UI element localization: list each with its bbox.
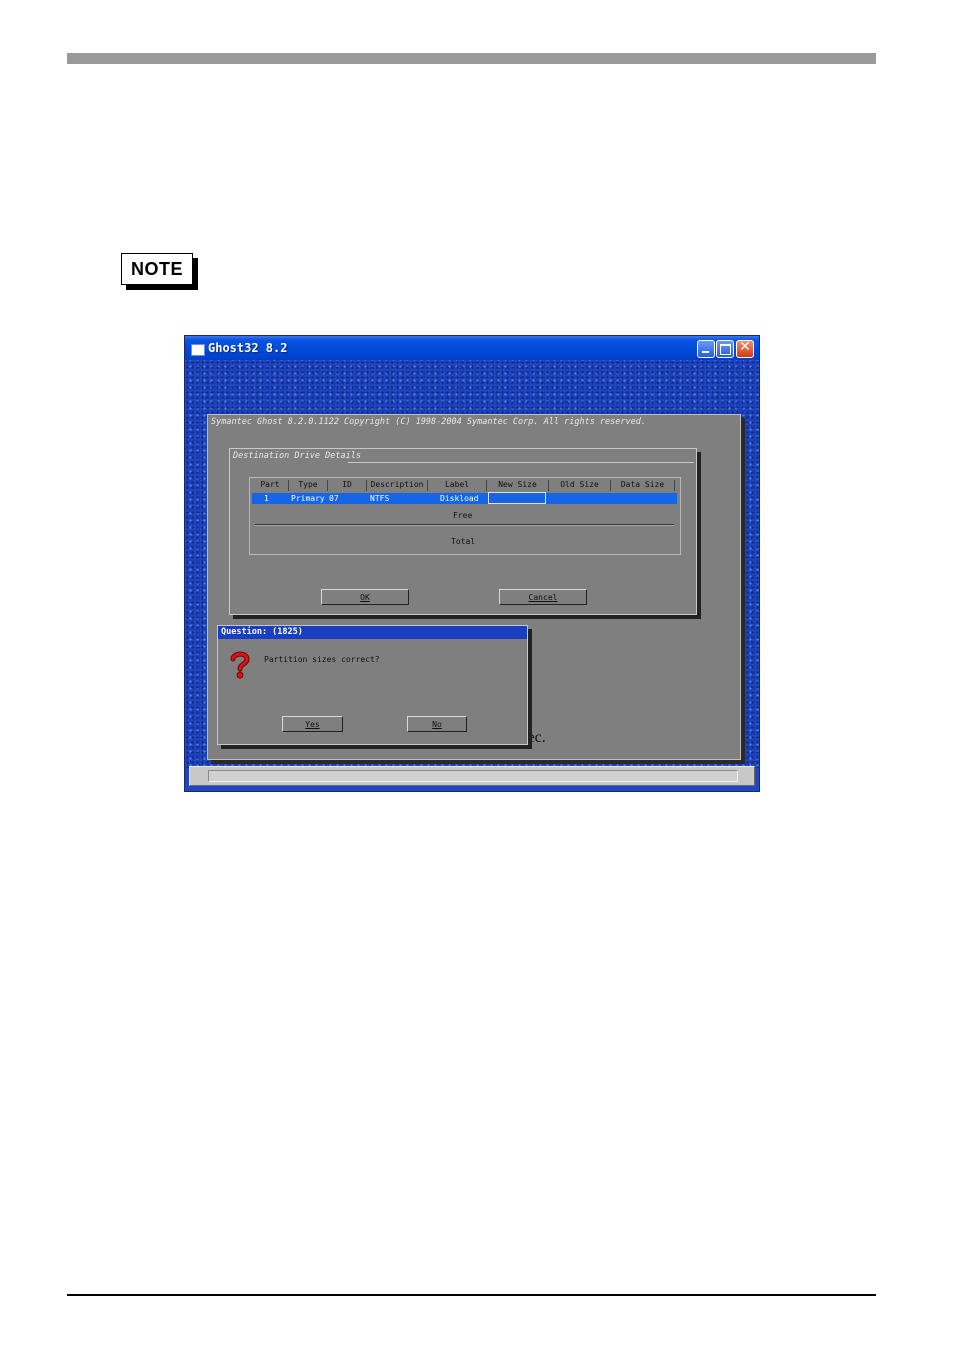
question-dialog: Question: (1825) Partition sizes correct… (217, 625, 528, 745)
close-icon: ✕ (739, 339, 751, 355)
destination-drive-details-dialog: Destination Drive Details Part Type ID D… (229, 448, 697, 615)
question-message: Partition sizes correct? (264, 655, 380, 664)
note-badge: NOTE (121, 253, 198, 290)
ghost-screenshot: Ghost32 8.2 ✕ Symantec Ghost 8.2.0.1122 … (184, 335, 760, 792)
column-header-type: Type (289, 480, 328, 491)
window-titlebar[interactable]: Ghost32 8.2 ✕ (185, 336, 759, 362)
partition-table: Part Type ID Description Label New Size … (249, 477, 681, 555)
column-header-part: Part (252, 480, 289, 491)
cell-part: 1 (264, 494, 269, 503)
note-label: NOTE (121, 253, 193, 285)
minimize-button[interactable] (697, 340, 715, 358)
free-row-label: Free (453, 511, 473, 520)
question-mark-icon (230, 651, 250, 679)
title-divider (348, 462, 694, 463)
question-title: Question: (1825) (221, 627, 303, 637)
yes-button[interactable]: Yes (282, 716, 343, 732)
cell-description: NTFS (370, 494, 390, 503)
window-title: Ghost32 8.2 (208, 341, 288, 355)
column-header-old-size: Old Size (549, 480, 611, 491)
column-header-id: ID (328, 480, 367, 491)
total-row-label: Total (451, 537, 476, 546)
minimize-icon (702, 351, 709, 353)
status-field (208, 770, 738, 782)
close-button[interactable]: ✕ (736, 339, 754, 358)
status-bar (189, 766, 755, 786)
footer-rule (67, 1294, 876, 1296)
cancel-button[interactable]: Cancel (499, 589, 587, 605)
maximize-icon (720, 344, 731, 355)
column-header-description: Description (367, 480, 428, 491)
column-header-label: Label (428, 480, 487, 491)
maximize-button[interactable] (716, 340, 734, 358)
ok-button[interactable]: OK (321, 589, 409, 605)
column-header-new-size: New Size (487, 480, 549, 491)
ghost-copyright-caption: Symantec Ghost 8.2.0.1122 Copyright (C) … (211, 417, 646, 427)
ghost-background: Symantec Ghost 8.2.0.1122 Copyright (C) … (185, 360, 759, 768)
table-divider (255, 524, 674, 526)
new-size-input[interactable] (488, 492, 546, 504)
no-button[interactable]: No (407, 716, 467, 732)
table-row-selected[interactable]: 1 Primary 07 NTFS Diskload (252, 492, 677, 504)
cell-type: Primary (291, 494, 325, 503)
column-header-data-size: Data Size (611, 480, 675, 491)
window-app-icon (191, 344, 205, 356)
dialog-title: Destination Drive Details (233, 451, 361, 461)
header-rule (67, 53, 876, 64)
cell-label: Diskload (440, 494, 479, 503)
cell-id: 07 (329, 494, 339, 503)
question-titlebar: Question: (1825) (218, 626, 527, 639)
